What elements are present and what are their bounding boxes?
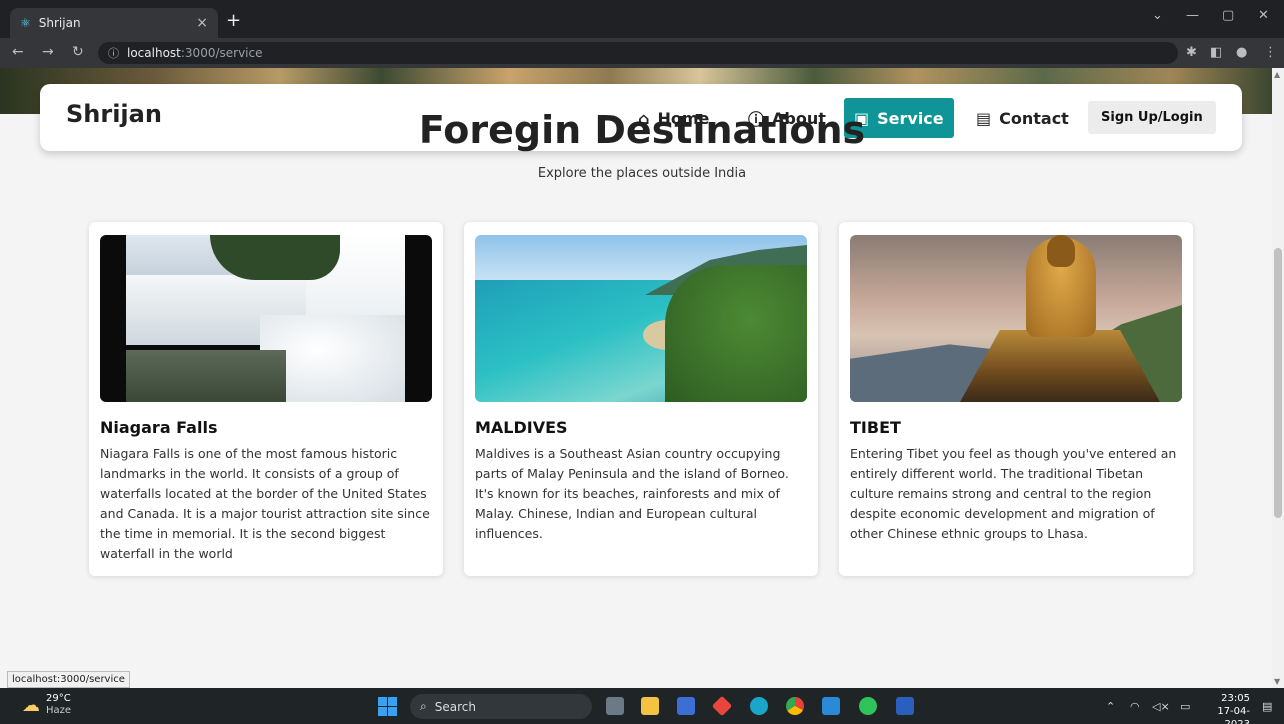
tibet-image [850,235,1182,402]
task-view-icon[interactable] [606,697,624,715]
search-icon: ⌕ [420,699,427,713]
page-subtitle: Explore the places outside India [537,166,747,181]
wifi-icon[interactable]: ◠ [1130,700,1140,713]
scroll-thumb[interactable] [1274,248,1282,518]
destination-card-maldives: MALDIVES Maldives is a Southeast Asian c… [464,222,818,576]
card-title: TIBET [850,418,901,437]
browser-tab[interactable]: ⚛ Shrijan × [10,8,218,38]
weather-haze-icon: ☁ [22,694,40,716]
page-scrollbar[interactable]: ▲ ▼ [1272,68,1284,688]
card-description: Entering Tibet you feel as though you've… [850,446,1177,541]
weather-condition: Haze [46,705,72,716]
tray-overflow-icon[interactable]: ⌃ [1106,700,1115,713]
card-description: Niagara Falls is one of the most famous … [100,446,430,561]
sidepanel-icon[interactable]: ◧ [1210,45,1222,60]
card-title: Niagara Falls [100,418,218,437]
browser-toolbar: ← → ↻ ⓘ localhost :3000/service ✱ ◧ ● ⋮ [0,38,1284,68]
address-bar[interactable]: ⓘ localhost :3000/service [98,42,1178,64]
close-window-button[interactable]: ✕ [1258,8,1269,23]
scroll-up-icon[interactable]: ▲ [1274,70,1280,79]
tab-search-icon[interactable]: ⌄ [1152,8,1163,23]
niagara-falls-image [100,235,432,402]
destination-card-tibet: TIBET Entering Tibet you feel as though … [839,222,1193,576]
battery-icon[interactable]: ▭ [1180,700,1190,713]
site-info-icon[interactable]: ⓘ [108,45,119,61]
scroll-down-icon[interactable]: ▼ [1274,677,1280,686]
link-status-tooltip: localhost:3000/service [7,671,130,688]
taskbar-clock[interactable]: 23:05 17-04-2023 [1198,692,1250,724]
destination-card-niagara: Niagara Falls Niagara Falls is one of th… [89,222,443,576]
card-description: Maldives is a Southeast Asian country oc… [475,446,789,541]
maldives-image [475,235,807,402]
url-host: localhost [127,46,181,60]
weather-widget[interactable]: ☁ 29°C Haze [22,693,71,717]
whatsapp-icon[interactable] [859,697,877,715]
card-title: MALDIVES [475,418,568,437]
weather-temp: 29°C [46,693,71,704]
forward-icon[interactable]: → [42,44,54,60]
clock-time: 23:05 [1221,693,1250,704]
menu-kebab-icon[interactable]: ⋮ [1264,45,1277,60]
app-red-diamond-icon[interactable] [711,695,733,717]
taskbar-search[interactable]: ⌕ Search [410,694,592,719]
maximize-button[interactable]: ▢ [1222,8,1234,23]
vscode-icon[interactable] [822,697,840,715]
minimize-button[interactable]: — [1186,8,1199,23]
browser-tab-bar: ⚛ Shrijan × + ⌄ — ▢ ✕ [0,0,1284,38]
edge-icon[interactable] [750,697,768,715]
file-explorer-icon[interactable] [641,697,659,715]
extensions-icon[interactable]: ✱ [1186,45,1197,60]
word-icon[interactable] [896,697,914,715]
volume-muted-icon[interactable]: ◁× [1152,700,1170,713]
windows-taskbar: ☁ 29°C Haze ⌕ Search ⌃ ◠ ◁× ▭ 23:05 17-0… [0,688,1284,724]
tab-title: Shrijan [38,16,81,30]
tab-close-icon[interactable]: × [196,15,208,31]
new-tab-button[interactable]: + [226,10,241,31]
chrome-icon[interactable] [786,697,804,715]
taskbar-search-label: Search [434,699,476,714]
store-icon[interactable] [677,697,695,715]
notifications-icon[interactable]: ▤ [1262,700,1272,713]
windows-start-icon[interactable] [378,697,397,716]
reload-icon[interactable]: ↻ [72,44,84,60]
url-path: :3000/service [180,46,263,60]
page-title: Foregin Destinations [418,108,866,152]
back-icon[interactable]: ← [12,44,24,60]
clock-date: 17-04-2023 [1217,706,1250,724]
react-favicon-icon: ⚛ [20,16,31,30]
profile-avatar-icon[interactable]: ● [1236,45,1247,60]
